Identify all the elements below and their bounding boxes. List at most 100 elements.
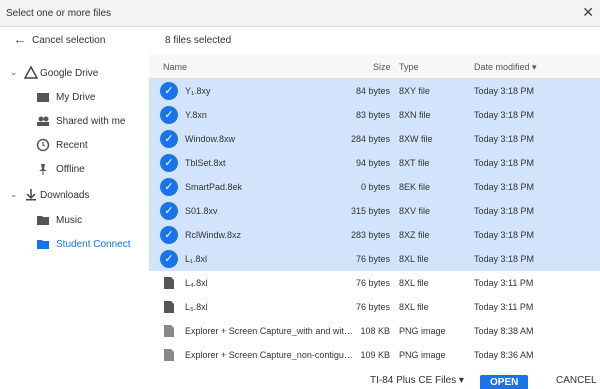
file-name: SmartPad.8ek xyxy=(185,182,243,192)
dropdown-arrow-icon: ▾ xyxy=(458,375,464,386)
file-type: 8XL file xyxy=(399,278,429,288)
file-date: Today 3:18 PM xyxy=(474,110,535,120)
file-date: Today 3:11 PM xyxy=(474,278,534,288)
file-icon xyxy=(164,301,174,313)
file-size: 315 bytes xyxy=(350,206,390,216)
file-name: Explorer + Screen Capture_non-contiguo..… xyxy=(185,350,353,360)
checkmark-icon[interactable]: ✓ xyxy=(160,178,178,196)
nav-item-label: Shared with me xyxy=(56,116,126,127)
selection-header: 8 files selected xyxy=(149,27,600,54)
file-name: TblSet.8xt xyxy=(185,158,226,168)
file-picker-dialog: Select one or more files ✕ ← Cancel sele… xyxy=(0,0,600,389)
cancel-selection-button[interactable]: ← Cancel selection xyxy=(0,27,149,53)
file-type: 8XW file xyxy=(399,134,433,144)
folder-icon xyxy=(36,213,50,227)
download-icon xyxy=(24,188,38,202)
file-icon xyxy=(164,277,174,289)
dialog-footer: TI-84 Plus CE Files ▾ OPEN CANCEL xyxy=(0,369,600,389)
file-name: RclWindw.8xz xyxy=(185,230,242,240)
file-date: Today 8:38 AM xyxy=(474,326,534,336)
folder-drive-icon xyxy=(36,90,50,104)
nav-item-label: Google Drive xyxy=(40,68,99,79)
table-row[interactable]: ✓ SmartPad.8ek 0 bytes 8EK file Today 3:18 P… xyxy=(149,175,600,199)
nav-item-label: Recent xyxy=(56,140,88,151)
navigation-pane: ← Cancel selection ⌄ Google Drive My Dri… xyxy=(0,27,149,389)
nav-item-label: My Drive xyxy=(56,92,96,103)
title-bar: Select one or more files ✕ xyxy=(0,0,600,27)
file-date: Today 3:18 PM xyxy=(474,230,535,240)
nav-item-my-drive[interactable]: My Drive xyxy=(0,85,149,109)
checkmark-icon[interactable]: ✓ xyxy=(160,130,178,148)
column-size-header[interactable]: Size xyxy=(373,62,391,72)
file-size: 94 bytes xyxy=(355,158,390,168)
file-list: Name Size Type Date modified ▾ ✓ Y₁.8xy 84… xyxy=(149,54,600,369)
file-size: 76 bytes xyxy=(355,254,390,264)
nav-item-google-drive[interactable]: ⌄ Google Drive xyxy=(0,61,149,85)
checkmark-icon[interactable]: ✓ xyxy=(160,82,178,100)
file-date: Today 3:18 PM xyxy=(474,134,535,144)
file-name: L₅.8xl xyxy=(185,302,208,312)
nav-item-music[interactable]: Music xyxy=(0,208,149,232)
checkmark-icon[interactable]: ✓ xyxy=(160,250,178,268)
table-row[interactable]: ✓ RclWindw.8xz 283 bytes 8XZ file Today 3:18… xyxy=(149,223,600,247)
file-name: Window.8xw xyxy=(185,134,236,144)
table-row[interactable]: ✓ L₁.8xl 76 bytes 8XL file Today 3:18 PM xyxy=(149,247,600,271)
file-type: 8XV file xyxy=(399,206,431,216)
table-header: Name Size Type Date modified ▾ xyxy=(149,54,600,79)
nav-item-shared-with-me[interactable]: Shared with me xyxy=(0,109,149,133)
file-size: 109 KB xyxy=(360,350,390,360)
table-row[interactable]: ✓ Y.8xn 83 bytes 8XN file Today 3:18 PM xyxy=(149,103,600,127)
nav-item-label: Offline xyxy=(56,164,85,175)
file-size: 284 bytes xyxy=(350,134,390,144)
checkmark-icon[interactable]: ✓ xyxy=(160,226,178,244)
file-date: Today 3:11 PM xyxy=(474,302,534,312)
file-date: Today 3:18 PM xyxy=(474,158,535,168)
file-type: 8XT file xyxy=(399,158,430,168)
people-icon xyxy=(36,114,50,128)
chevron-down-icon[interactable]: ⌄ xyxy=(10,189,18,200)
cancel-button[interactable]: CANCEL xyxy=(556,375,597,386)
file-size: 283 bytes xyxy=(350,230,390,240)
nav-item-label: Student Connect xyxy=(56,239,131,250)
clock-icon xyxy=(36,138,50,152)
folder-icon xyxy=(36,237,50,251)
table-row[interactable]: ✓ Window.8xw 284 bytes 8XW file Today 3:18 P… xyxy=(149,127,600,151)
table-row[interactable]: ✓ S01.8xv 315 bytes 8XV file Today 3:18 PM xyxy=(149,199,600,223)
cancel-selection-label: Cancel selection xyxy=(32,35,106,46)
nav-item-label: Downloads xyxy=(40,190,90,201)
table-row[interactable]: L₄.8xl 76 bytes 8XL file Today 3:11 PM xyxy=(149,271,600,295)
checkmark-icon[interactable]: ✓ xyxy=(160,202,178,220)
sort-arrow-icon: ▾ xyxy=(532,62,537,72)
image-file-icon xyxy=(164,325,174,337)
back-arrow-icon: ← xyxy=(13,31,27,47)
chevron-down-icon[interactable]: ⌄ xyxy=(10,67,18,78)
checkmark-icon[interactable]: ✓ xyxy=(160,106,178,124)
close-icon[interactable]: ✕ xyxy=(582,4,594,21)
file-type-dropdown[interactable]: TI-84 Plus CE Files ▾ xyxy=(370,375,464,386)
table-row[interactable]: ✓ TblSet.8xt 94 bytes 8XT file Today 3:18 PM xyxy=(149,151,600,175)
table-row[interactable]: Explorer + Screen Capture_non-contiguo..… xyxy=(149,343,600,367)
file-date: Today 8:36 AM xyxy=(474,350,534,360)
column-date-header[interactable]: Date modified ▾ xyxy=(474,62,537,73)
file-name: Y.8xn xyxy=(185,110,207,120)
file-date: Today 3:18 PM xyxy=(474,254,535,264)
checkmark-icon[interactable]: ✓ xyxy=(160,154,178,172)
column-name-header[interactable]: Name xyxy=(163,62,187,72)
file-name: S01.8xv xyxy=(185,206,218,216)
drive-icon xyxy=(23,65,39,80)
table-row[interactable]: L₅.8xl 76 bytes 8XL file Today 3:11 PM xyxy=(149,295,600,319)
table-row[interactable]: ✓ Y₁.8xy 84 bytes 8XY file Today 3:18 PM xyxy=(149,79,600,103)
nav-item-offline[interactable]: Offline xyxy=(0,157,149,181)
nav-item-downloads[interactable]: ⌄ Downloads xyxy=(0,183,149,207)
image-file-icon xyxy=(164,349,174,361)
file-type: 8XZ file xyxy=(399,230,430,240)
file-size: 76 bytes xyxy=(355,278,390,288)
column-type-header[interactable]: Type xyxy=(399,62,419,72)
file-date: Today 3:18 PM xyxy=(474,206,535,216)
nav-item-recent[interactable]: Recent xyxy=(0,133,149,157)
file-size: 83 bytes xyxy=(355,110,390,120)
open-button[interactable]: OPEN xyxy=(480,375,529,389)
file-type: 8XN file xyxy=(399,110,431,120)
table-row[interactable]: Explorer + Screen Capture_with and with.… xyxy=(149,319,600,343)
nav-item-student-connect[interactable]: Student Connect xyxy=(0,232,149,256)
